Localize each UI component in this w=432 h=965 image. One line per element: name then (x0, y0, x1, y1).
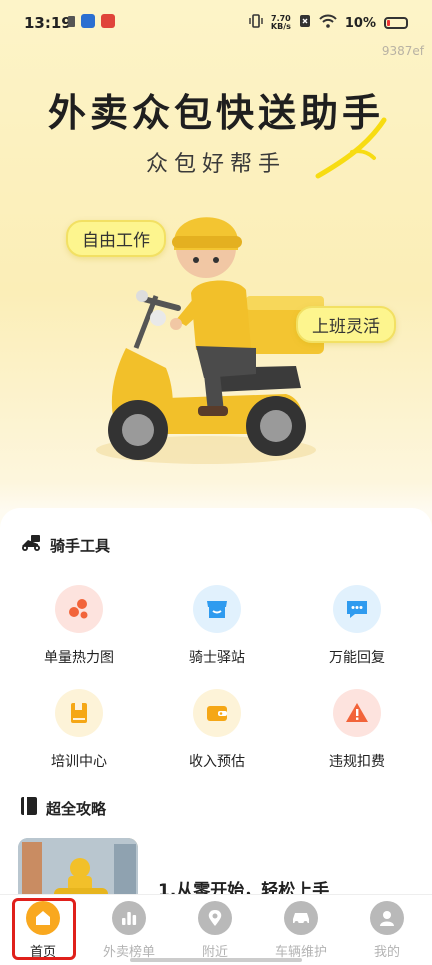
guide-heading: 超全攻略 (46, 799, 107, 818)
active-tab-highlight (12, 898, 76, 960)
vibrate-icon (249, 14, 263, 32)
hero-subtitle: 众包好帮手 (145, 152, 286, 177)
guide-book-icon (20, 796, 38, 820)
book-icon (55, 689, 103, 737)
tag-free-work: 自由工作 (66, 220, 166, 257)
chat-icon (333, 585, 381, 633)
battery-text: 10% (344, 15, 376, 31)
wifi-icon (319, 14, 337, 32)
watermark: 9387ef (381, 44, 424, 58)
scooter-icon (20, 534, 42, 556)
tools-section-header: 骑手工具 (20, 534, 110, 556)
tool-label: 违规扣费 (329, 754, 385, 770)
sim-icon (68, 15, 75, 27)
tab-vehicle-maintenance[interactable]: 车辆维护 (258, 901, 344, 960)
status-right: 7.70 KB/s 10% (249, 14, 408, 32)
wallet-icon (193, 689, 241, 737)
location-icon (198, 901, 232, 935)
home-indicator[interactable] (130, 958, 302, 962)
tool-label: 收入预估 (189, 754, 245, 770)
notification-icons (68, 14, 115, 28)
warning-icon (333, 689, 381, 737)
net-speed: 7.70 KB/s (271, 15, 291, 31)
guide-article-item[interactable]: 1.从零开始，轻松上手 (18, 838, 432, 908)
tool-label: 骑士驿站 (189, 650, 245, 666)
tab-takeout-ranking[interactable]: 外卖榜单 (86, 901, 172, 960)
status-time: 13:19 (24, 14, 72, 32)
store-icon (193, 585, 241, 633)
status-bar: 13:19 7.70 KB/s 10% (0, 0, 432, 48)
tool-universal-reply[interactable]: 万能回复 (297, 585, 417, 667)
tab-label: 我的 (373, 945, 400, 960)
heatmap-icon (55, 585, 103, 633)
no-sim-icon (299, 14, 311, 32)
tool-rider-station[interactable]: 骑士驿站 (157, 585, 277, 667)
app-notification-icon (81, 14, 95, 28)
battery-icon (384, 17, 408, 29)
tool-label: 万能回复 (329, 650, 385, 666)
tool-violation-fees[interactable]: 违规扣费 (297, 689, 417, 771)
tool-label: 单量热力图 (44, 650, 114, 666)
tool-label: 培训中心 (51, 754, 107, 770)
tool-training-center[interactable]: 培训中心 (19, 689, 139, 771)
tool-income-estimate[interactable]: 收入预估 (157, 689, 277, 771)
tools-heading: 骑手工具 (50, 536, 111, 555)
tool-heatmap[interactable]: 单量热力图 (19, 585, 139, 667)
tab-mine[interactable]: 我的 (344, 901, 430, 960)
car-icon (284, 901, 318, 935)
net-speed-unit: KB/s (270, 22, 291, 31)
tag-flexible-hours: 上班灵活 (296, 306, 396, 343)
chart-icon (112, 901, 146, 935)
tab-nearby[interactable]: 附近 (172, 901, 258, 960)
app-notification-icon-2 (101, 14, 115, 28)
guide-section-header: 超全攻略 (20, 796, 106, 820)
user-icon (370, 901, 404, 935)
